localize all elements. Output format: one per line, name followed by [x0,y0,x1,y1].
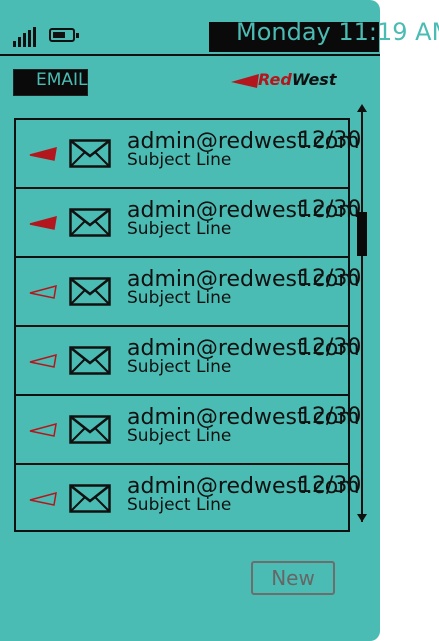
read-flag-icon [29,354,57,368]
read-flag-icon [29,423,57,437]
logo-text: RedWest [258,70,337,89]
email-date: 12/30 [298,404,362,429]
read-flag-icon [29,492,57,506]
redwest-chevron-icon [231,74,259,88]
email-list-item[interactable]: admin@redwest.com Subject Line 12/30 [16,120,361,189]
email-subject: Subject Line [127,288,232,308]
battery-icon [49,28,79,42]
email-list-item[interactable]: admin@redwest.com Subject Line 12/30 [16,327,361,396]
email-subject: Subject Line [127,150,232,170]
envelope-icon [69,208,111,237]
email-subject: Subject Line [127,426,232,446]
scroll-up-arrow-icon[interactable] [357,104,367,112]
read-flag-icon [29,285,57,299]
redwest-logo: RedWest [231,70,371,92]
email-subject: Subject Line [127,357,232,377]
email-date: 12/30 [298,473,362,498]
email-date: 12/30 [298,335,362,360]
email-subject: Subject Line [127,219,232,239]
email-date: 12/30 [298,266,362,291]
envelope-icon [69,277,111,306]
envelope-icon [69,139,111,168]
cellular-signal-icon [13,27,39,47]
email-subject: Subject Line [127,495,232,515]
email-date: 12/30 [298,197,362,222]
new-email-button[interactable]: New [251,561,335,595]
email-date: 12/30 [298,128,362,153]
email-list-item[interactable]: admin@redwest.com Subject Line 12/30 [16,189,361,258]
email-list-item[interactable]: admin@redwest.com Subject Line 12/30 [16,258,361,327]
unread-flag-icon [29,216,57,230]
envelope-icon [69,346,111,375]
app-title: EMAIL [36,70,88,90]
email-list[interactable]: admin@redwest.com Subject Line 12/30 admin@… [14,118,361,534]
status-time: Monday 11:19 AM [236,18,439,46]
envelope-icon [69,484,111,513]
scrollbar-thumb[interactable] [357,212,367,256]
envelope-icon [69,415,111,444]
unread-flag-icon [29,147,57,161]
scrollbar-track[interactable] [361,108,363,522]
email-list-item[interactable]: admin@redwest.com Subject Line 12/30 [16,465,361,534]
email-list-item[interactable]: admin@redwest.com Subject Line 12/30 [16,396,361,465]
scroll-down-arrow-icon[interactable] [357,514,367,522]
